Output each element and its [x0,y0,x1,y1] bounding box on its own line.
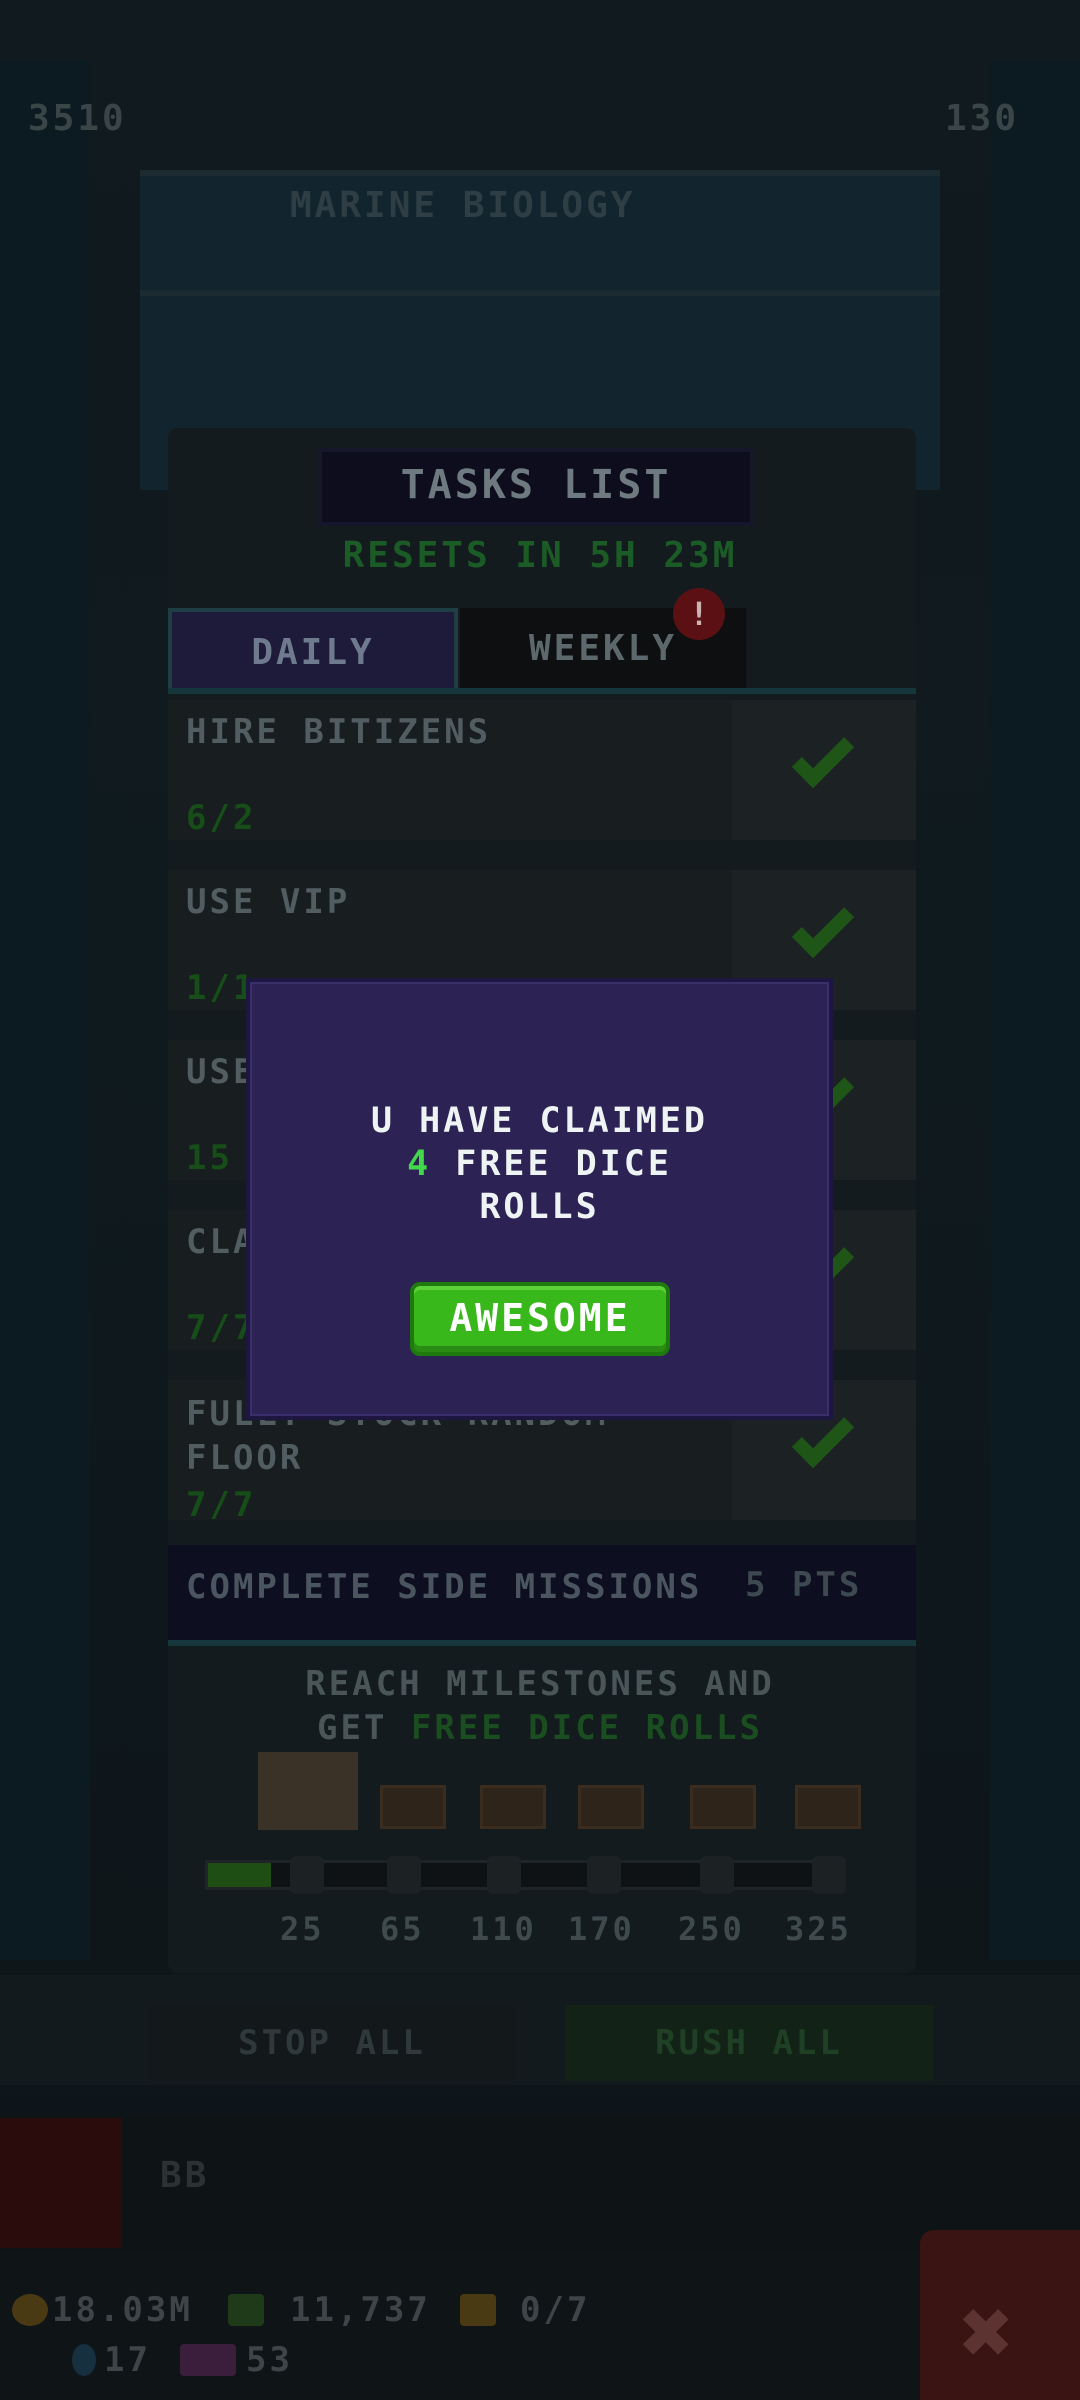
vip-value: 0/7 [520,2290,591,2330]
gems-value: 17 [104,2340,151,2380]
elevator-button[interactable] [0,2118,122,2248]
task-name: USE VIP [186,882,351,922]
bux-value: 11,737 [290,2290,431,2330]
reward-chest-icon [480,1785,546,1829]
tickets-value: 53 [246,2340,293,2380]
awesome-button[interactable]: AWESOME [410,1282,670,1356]
coins-value: 18.03M [52,2290,193,2330]
tower-left-edge [0,60,90,1960]
reward-chest-icon [578,1785,644,1829]
dialog-line1: U HAVE CLAIMED [370,1101,708,1141]
checkmark-icon [791,725,855,789]
top-hud: 3510 130 [0,80,1080,160]
milestone-line2: GET FREE DICE ROLLS [200,1706,880,1750]
milestone-node [700,1856,734,1894]
tab-divider [168,688,916,694]
bux-icon [228,2294,264,2326]
milestone-node [387,1856,421,1894]
dialog-line2-text: FREE DICE [455,1144,672,1184]
reward-chest-icon [380,1785,446,1829]
gem-icon [72,2344,96,2376]
hud-right-value: 130 [945,98,1020,139]
tab-daily[interactable]: DAILY [168,608,458,690]
milestone-label: 110 [470,1910,537,1948]
rush-all-button[interactable]: RUSH ALL [565,2005,933,2081]
milestone-node [487,1856,521,1894]
coin-icon [12,2294,48,2326]
reward-chest-icon [795,1785,861,1829]
divider [168,1640,916,1646]
ticket-icon [180,2344,236,2376]
milestone-node [290,1856,324,1894]
task-progress: 6/2 [186,798,257,838]
dice-count: 4 [407,1144,432,1184]
milestone-highlight: FREE DICE ROLLS [410,1708,763,1748]
milestone-text: REACH MILESTONES AND GET FREE DICE ROLLS [200,1662,880,1750]
close-icon: ✖ [960,2280,1015,2385]
hud-left-value: 3510 [28,98,127,139]
task-name: HIRE BITIZENS [186,712,492,752]
checkmark-icon [791,895,855,959]
task-progress: 7/7 [186,1485,257,1525]
side-missions-points: 5 PTS [745,1565,863,1605]
side-missions-label: COMPLETE SIDE MISSIONS [186,1567,703,1607]
task-progress: 15 [186,1138,233,1178]
stop-all-button[interactable]: STOP ALL [148,2005,516,2081]
milestone-node [812,1856,846,1894]
status-bar: 18.03M 11,737 0/7 17 53 [0,2250,1080,2400]
vip-icon [460,2294,496,2326]
reward-chest-icon [690,1785,756,1829]
tower-right-edge [990,60,1080,1960]
task-check-cell[interactable] [732,700,916,840]
resets-timer: RESETS IN 5H 23M [342,535,738,576]
milestone-label: 250 [678,1910,745,1948]
milestone-progress-fill [208,1863,271,1887]
milestone-line2-prefix: GET [317,1708,388,1748]
dialog-line3: ROLLS [479,1187,600,1227]
floor-name: MARINE BIOLOGY [290,185,636,226]
elevator-label: BB [160,2155,210,2196]
reward-chest-icon [258,1752,358,1830]
tasks-title: TASKS LIST [400,462,672,508]
milestone-label: 25 [280,1910,325,1948]
milestone-label: 65 [380,1910,425,1948]
alert-badge-icon: ! [673,588,725,640]
milestone-label: 325 [785,1910,852,1948]
milestone-label: 170 [568,1910,635,1948]
dialog-message: U HAVE CLAIMED 4 FREE DICE ROLLS [246,1100,833,1229]
milestone-line1: REACH MILESTONES AND [305,1664,775,1704]
milestone-node [587,1856,621,1894]
dialog-line2: 4 FREE DICE [246,1143,833,1186]
